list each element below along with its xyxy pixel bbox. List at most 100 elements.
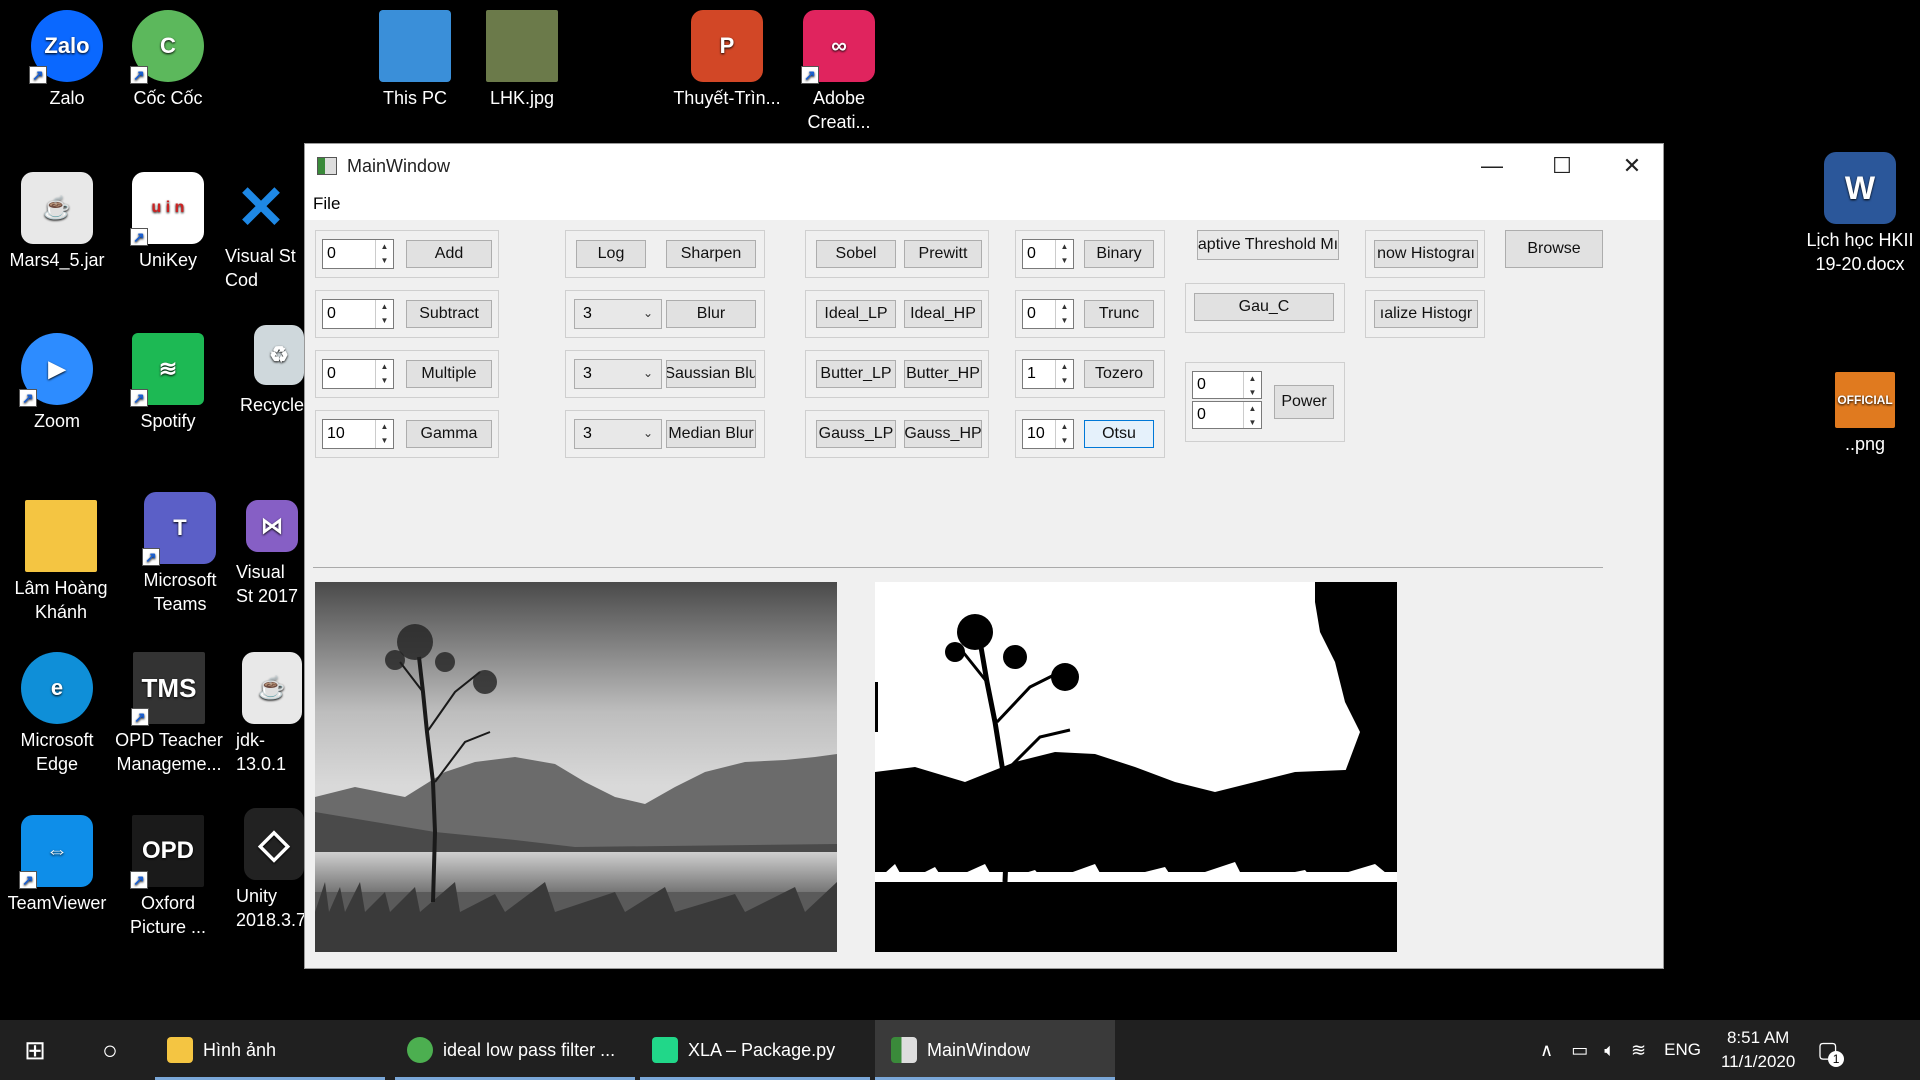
taskbar-item-pycharm[interactable]: XLA – Package.py (640, 1020, 870, 1080)
desktop-icon-zalo[interactable]: ZaloZalo (12, 10, 122, 110)
subtract-button[interactable]: Subtract (406, 300, 492, 328)
add-button[interactable]: Add (406, 240, 492, 268)
tms-icon: TMS (131, 652, 205, 729)
subtract-spinbox[interactable]: 0 ▲ ▼ (322, 299, 394, 329)
desktop-icon-this-pc[interactable]: This PC (360, 10, 470, 110)
spin-arrows-icon[interactable]: ▲ ▼ (375, 420, 393, 448)
desktop-icon-coccoc[interactable]: CCốc Cốc (113, 10, 223, 110)
maximize-button[interactable]: ☐ (1527, 144, 1597, 188)
windows-icon: ⊞ (24, 1034, 46, 1065)
power-spinbox-1[interactable]: 0 ▲ ▼ (1192, 371, 1262, 399)
spin-arrows-icon[interactable]: ▲ ▼ (375, 360, 393, 388)
tozero-spinbox[interactable]: 1 ▲ ▼ (1022, 359, 1074, 389)
gaussian-kernel-select[interactable]: 3 ⌄ (574, 359, 662, 389)
adaptive-threshold-button[interactable]: aptive Threshold Mı (1197, 230, 1339, 260)
show-histogram-button[interactable]: now Histograı (1374, 240, 1478, 268)
taskbar-item-file-explorer[interactable]: Hình ảnh (155, 1020, 385, 1080)
desktop-icon-vscode[interactable]: ✕ Visual St Cod (225, 172, 305, 292)
wifi-icon[interactable]: ≋ (1631, 1040, 1646, 1061)
desktop-icon-adobe[interactable]: ∞Adobe Creati... (784, 10, 894, 134)
desktop-icon-edge[interactable]: e Microsoft Edge (2, 652, 112, 776)
window-title: MainWindow (347, 155, 451, 176)
prewitt-button[interactable]: Prewitt (904, 240, 982, 268)
main-window: MainWindow — ☐ ✕ File 0 ▲ ▼ Add 0 ▲ ▼ Subtra… (304, 143, 1664, 969)
otsu-button[interactable]: Otsu (1084, 420, 1154, 448)
language-indicator[interactable]: ENG (1664, 1040, 1701, 1060)
trunc-spinbox[interactable]: 0 ▲ ▼ (1022, 299, 1074, 329)
battery-icon[interactable]: ▭ (1571, 1040, 1588, 1061)
browse-button[interactable]: Browse (1505, 230, 1603, 268)
blur-kernel-select[interactable]: 3 ⌄ (574, 299, 662, 329)
notification-icon[interactable]: ▢ 1 (1817, 1037, 1845, 1067)
desktop-icon-mars[interactable]: ☕ Mars4_5.jar (2, 172, 112, 272)
taskbar-item-mainwindow[interactable]: MainWindow (875, 1020, 1115, 1080)
desktop-icon-visual-studio[interactable]: ⋈ Visual St 2017 (236, 500, 306, 608)
median-blur-button[interactable]: Median Blur (666, 420, 756, 448)
gamma-spinbox[interactable]: 10 ▲ ▼ (322, 419, 394, 449)
median-blur-group: 3 ⌄ Median Blur (565, 410, 765, 458)
desktop-icon-oxford[interactable]: OPDOxford Picture ... (113, 815, 223, 939)
gauss-hp-button[interactable]: Gauss_HP (904, 420, 982, 448)
blur-button[interactable]: Blur (666, 300, 756, 328)
video-camera-icon: ▶ (19, 333, 93, 410)
volume-icon[interactable]: 🔈︎ (1604, 1040, 1615, 1061)
equalize-histogram-button[interactable]: ıalize Histogr (1374, 300, 1478, 328)
start-button[interactable]: ⊞ (0, 1020, 70, 1080)
binary-spinbox[interactable]: 0 ▲ ▼ (1022, 239, 1074, 269)
spin-arrows-icon[interactable]: ▲ ▼ (1243, 372, 1261, 398)
close-button[interactable]: ✕ (1597, 144, 1667, 188)
desktop-icon-png[interactable]: OFFICIAL ..png (1810, 372, 1920, 456)
desktop-icon-recycle-bin[interactable]: ♻ Recycle (240, 325, 310, 417)
desktop-icon-spotify[interactable]: ≋Spotify (113, 333, 223, 433)
desktop-icon-lhk-jpg[interactable]: LHK.jpg (467, 10, 577, 110)
multiple-spinbox[interactable]: 0 ▲ ▼ (322, 359, 394, 389)
desktop-icon-jdk[interactable]: ☕ jdk-13.0.1 (236, 652, 306, 776)
spin-arrows-icon[interactable]: ▲ ▼ (1055, 240, 1073, 268)
ideal-lp-button[interactable]: Ideal_LP (816, 300, 896, 328)
sobel-button[interactable]: Sobel (816, 240, 896, 268)
desktop-icon-opd-teacher[interactable]: TMSOPD Teacher Manageme... (113, 652, 225, 776)
spin-arrows-icon[interactable]: ▲ ▼ (1055, 360, 1073, 388)
median-kernel-select[interactable]: 3 ⌄ (574, 419, 662, 449)
desktop-icon-unikey[interactable]: u i nUniKey (113, 172, 223, 272)
desktop-icon-unity[interactable]: ◇ Unity 2018.3.7 (236, 808, 306, 932)
spin-arrows-icon[interactable]: ▲ ▼ (1055, 420, 1073, 448)
desktop-icon-powerpoint[interactable]: P Thuyết-Trìn... (672, 10, 782, 110)
power-button[interactable]: Power (1274, 385, 1334, 419)
tozero-button[interactable]: Tozero (1084, 360, 1154, 388)
spin-arrows-icon[interactable]: ▲ ▼ (375, 300, 393, 328)
gauss-lp-button[interactable]: Gauss_LP (816, 420, 896, 448)
log-button[interactable]: Log (576, 240, 646, 268)
gamma-button[interactable]: Gamma (406, 420, 492, 448)
desktop-icon-word-doc[interactable]: W Lịch học HKII 19-20.docx (1800, 152, 1920, 276)
otsu-spinbox[interactable]: 10 ▲ ▼ (1022, 419, 1074, 449)
desktop-icon-zoom[interactable]: ▶Zoom (2, 333, 112, 433)
power-spinbox-2[interactable]: 0 ▲ ▼ (1192, 401, 1262, 429)
desktop-icon-teams[interactable]: TMicrosoft Teams (125, 492, 235, 616)
desktop-icon-folder-khanh[interactable]: Lâm Hoàng Khánh (6, 500, 116, 624)
menu-file[interactable]: File (313, 194, 340, 214)
binary-group: 0 ▲ ▼ Binary (1015, 230, 1165, 278)
trunc-button[interactable]: Trunc (1084, 300, 1154, 328)
gaussian-blur-button[interactable]: Saussian Blu (666, 360, 756, 388)
sharpen-button[interactable]: Sharpen (666, 240, 756, 268)
clock[interactable]: 8:51 AM 11/1/2020 (1721, 1026, 1795, 1074)
spin-arrows-icon[interactable]: ▲ ▼ (375, 240, 393, 268)
search-button[interactable]: ○ (80, 1020, 140, 1080)
computer-icon (379, 10, 451, 82)
minimize-button[interactable]: — (1457, 144, 1527, 188)
desktop-icon-teamviewer[interactable]: ⇔TeamViewer (2, 815, 112, 915)
spin-arrows-icon[interactable]: ▲ ▼ (1243, 402, 1261, 428)
spin-arrows-icon[interactable]: ▲ ▼ (1055, 300, 1073, 328)
binary-button[interactable]: Binary (1084, 240, 1154, 268)
taskbar-item-browser[interactable]: ideal low pass filter ... (395, 1020, 635, 1080)
gau-c-button[interactable]: Gau_C (1194, 293, 1334, 321)
ideal-hp-button[interactable]: Ideal_HP (904, 300, 982, 328)
add-spinbox[interactable]: 0 ▲ ▼ (322, 239, 394, 269)
pycharm-icon (652, 1037, 678, 1063)
butter-lp-button[interactable]: Butter_LP (816, 360, 896, 388)
butter-hp-button[interactable]: Butter_HP (904, 360, 982, 388)
system-tray: ∧ ▭ 🔈︎ ≋ ENG 8:51 AM 11/1/2020 ▢ 1 (1540, 1020, 1845, 1080)
multiple-button[interactable]: Multiple (406, 360, 492, 388)
chevron-up-icon[interactable]: ∧ (1540, 1040, 1553, 1061)
